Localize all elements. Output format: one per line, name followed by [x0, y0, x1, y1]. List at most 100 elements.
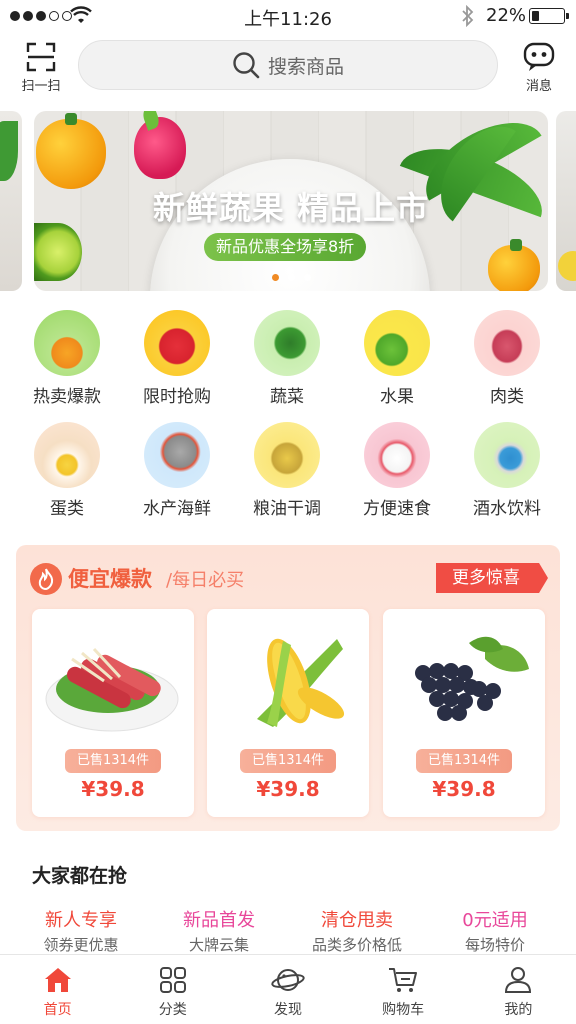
- category-label: 水果: [380, 387, 414, 407]
- promo-new-arrivals[interactable]: 新品首发 大牌云集: [150, 906, 288, 955]
- tab-category[interactable]: 分类: [115, 955, 230, 1024]
- grapes-image: [415, 636, 529, 721]
- bottom-tab-bar: 首页 分类 发现 购物车 我的: [0, 954, 576, 1024]
- price: ¥39.8: [432, 777, 496, 801]
- category-vegetables[interactable]: 蔬菜: [232, 310, 342, 407]
- tab-label: 首页: [43, 1002, 72, 1018]
- promo-subtitle: 大牌云集: [188, 936, 249, 954]
- discover-planet-icon: [271, 969, 305, 991]
- message-bubble-icon: [523, 42, 555, 71]
- tab-profile[interactable]: 我的: [461, 955, 576, 1024]
- category-fruit[interactable]: 水果: [342, 310, 452, 407]
- tab-label: 发现: [273, 1002, 302, 1018]
- grain-oil-icon: [254, 422, 320, 488]
- category-label: 粮油干调: [253, 499, 321, 519]
- corn-image: [257, 638, 345, 727]
- sold-count: 已售1314件: [416, 749, 512, 773]
- banner-headline: 新鲜蔬果 精品上市: [152, 189, 430, 227]
- search-placeholder: 搜索商品: [267, 55, 344, 78]
- tab-cart[interactable]: 购物车: [346, 955, 461, 1024]
- category-label: 肉类: [490, 387, 524, 407]
- category-label: 水产海鲜: [143, 499, 211, 519]
- category-label: 方便速食: [363, 499, 431, 519]
- messages-button[interactable]: 消息: [516, 42, 562, 94]
- category-seafood[interactable]: 水产海鲜: [122, 422, 232, 519]
- category-label: 酒水饮料: [473, 499, 541, 519]
- hot-sale-icon: [34, 310, 100, 376]
- tab-home[interactable]: 首页: [0, 955, 115, 1024]
- deal-card[interactable]: 已售1314件 ¥39.8: [207, 609, 369, 817]
- beef-rolls-image: [45, 647, 179, 732]
- banner-next-slide[interactable]: [556, 111, 576, 291]
- price: ¥39.8: [256, 777, 320, 801]
- category-grid: 热卖爆款 限时抢购 蔬菜 水果 肉类 蛋类 水产海鲜 粮油干调 方便速食 酒水饮…: [12, 310, 564, 519]
- promo-subtitle: 每场特价: [464, 936, 525, 954]
- search-input[interactable]: 搜索商品: [78, 40, 498, 90]
- category-label: 热卖爆款: [33, 387, 101, 407]
- eggs-icon: [34, 422, 100, 488]
- search-icon: [233, 52, 260, 79]
- sold-count: 已售1314件: [65, 749, 161, 773]
- instant-food-icon: [364, 422, 430, 488]
- category-instant-food[interactable]: 方便速食: [342, 422, 452, 519]
- flash-sale-icon: [144, 310, 210, 376]
- price: ¥39.8: [81, 777, 145, 801]
- category-label: 蛋类: [50, 499, 84, 519]
- lime-image: [34, 223, 82, 281]
- more-surprises-button[interactable]: 更多惊喜: [436, 563, 548, 593]
- vegetables-icon: [254, 310, 320, 376]
- category-flash-sale[interactable]: 限时抢购: [122, 310, 232, 407]
- banner-pagination: [34, 274, 548, 281]
- bluetooth-icon: [462, 5, 474, 27]
- promo-subtitle: 品类多价格低: [311, 936, 402, 954]
- promo-row: 新人专享 领券更优惠 新品首发 大牌云集 清仓甩卖 品类多价格低 0元适用 每场…: [12, 906, 564, 955]
- promo-subtitle: 领券更优惠: [43, 936, 119, 954]
- deal-card[interactable]: 已售1314件 ¥39.8: [383, 609, 545, 817]
- pagination-dot: [287, 274, 295, 281]
- cart-icon: [389, 968, 418, 992]
- promo-clearance[interactable]: 清仓甩卖 品类多价格低: [288, 906, 426, 955]
- scan-button[interactable]: 扫一扫: [14, 42, 68, 94]
- promo-title: 0元适用: [462, 910, 528, 931]
- tab-label: 购物车: [382, 1002, 425, 1018]
- messages-label: 消息: [525, 79, 552, 94]
- deals-section: 便宜爆款 /每日必买 更多惊喜 已售1314件 ¥39.8 已售1314件 ¥3…: [16, 545, 560, 831]
- deals-title: 便宜爆款: [68, 567, 152, 591]
- profile-icon: [505, 967, 532, 993]
- banner-prev-slide[interactable]: [0, 111, 22, 291]
- meat-icon: [474, 310, 540, 376]
- seafood-icon: [144, 422, 210, 488]
- battery-level: [532, 11, 539, 21]
- pagination-dot-active: [271, 274, 279, 281]
- scan-label: 扫一扫: [21, 79, 61, 94]
- sold-count: 已售1314件: [240, 749, 336, 773]
- promo-title: 清仓甩卖: [321, 910, 393, 931]
- promo-title: 新品首发: [183, 910, 255, 931]
- category-drinks[interactable]: 酒水饮料: [452, 422, 562, 519]
- category-label: 限时抢购: [143, 387, 211, 407]
- category-eggs[interactable]: 蛋类: [12, 422, 122, 519]
- category-hot-sale[interactable]: 热卖爆款: [12, 310, 122, 407]
- deals-subtitle: /每日必买: [166, 570, 245, 591]
- fire-icon: [30, 563, 62, 595]
- tab-label: 我的: [504, 1002, 533, 1018]
- banner-slide[interactable]: 新鲜蔬果 精品上市 新品优惠全场享8折: [34, 111, 548, 291]
- section-title: 大家都在抢: [32, 865, 128, 887]
- promo-newcomer[interactable]: 新人专享 领券更优惠: [12, 906, 150, 955]
- deal-card[interactable]: 已售1314件 ¥39.8: [32, 609, 194, 817]
- yellow-pepper-image-2: [488, 239, 540, 291]
- promo-zero-yuan[interactable]: 0元适用 每场特价: [426, 906, 564, 955]
- drinks-icon: [474, 422, 540, 488]
- category-label: 蔬菜: [270, 387, 304, 407]
- pagination-dot: [303, 274, 311, 281]
- banner-carousel[interactable]: 新鲜蔬果 精品上市 新品优惠全场享8折: [0, 111, 576, 291]
- tab-label: 分类: [158, 1002, 187, 1018]
- status-bar: 上午11:26 22%: [0, 0, 576, 32]
- category-grid-icon: [159, 967, 186, 993]
- category-meat[interactable]: 肉类: [452, 310, 562, 407]
- category-grain-oil[interactable]: 粮油干调: [232, 422, 342, 519]
- battery-icon: [529, 8, 569, 24]
- tab-discover[interactable]: 发现: [230, 955, 345, 1024]
- dragon-fruit-image: [134, 117, 186, 179]
- banner-tagline: 新品优惠全场享8折: [204, 233, 367, 261]
